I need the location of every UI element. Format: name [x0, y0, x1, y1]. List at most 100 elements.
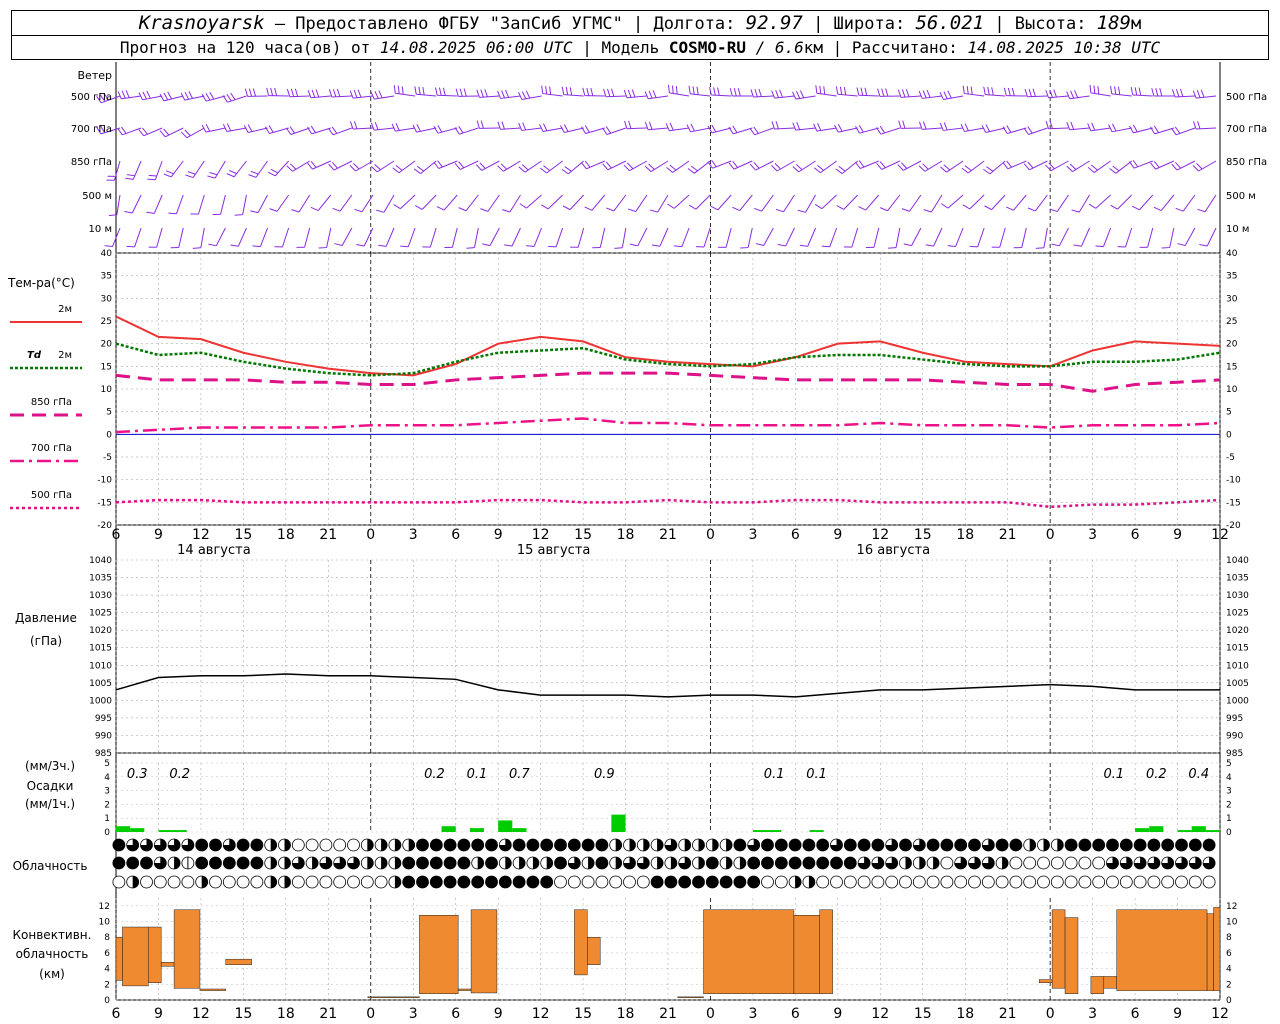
wind-barb-shaft [821, 194, 837, 210]
cloud-cover-circle [595, 856, 609, 870]
wind-barb-feather [732, 160, 739, 168]
wind-barb-shaft [591, 194, 606, 211]
x-label-conv: 9 [1173, 1006, 1182, 1022]
conv-tick-left: 8 [104, 933, 110, 943]
wind-barb-feather [247, 124, 253, 132]
precip-bar [767, 830, 782, 832]
cloud-cover-circle [291, 875, 305, 889]
wind-barb-feather [466, 247, 475, 249]
cloud-cover-circle [595, 838, 609, 852]
wind-barb-feather [374, 90, 379, 99]
wind-barb-feather [669, 164, 677, 171]
wind-barb-feather [1130, 87, 1134, 96]
wind-barb-feather [779, 89, 783, 98]
wind-barb-shaft [599, 227, 606, 248]
wind-barb-shaft [1184, 227, 1196, 246]
wind-barb-feather [947, 245, 956, 248]
cloud-cover-circle [236, 875, 250, 889]
x-label-temp: 12 [1211, 527, 1229, 543]
cloud-cover-circle [126, 856, 140, 870]
wind-barb-feather [651, 244, 660, 247]
cloud-cover-circle [567, 875, 581, 889]
cloud-cover-circle [416, 856, 429, 870]
conv-tick-left: 2 [104, 980, 110, 990]
wind-barb-shaft [509, 194, 521, 213]
wind-barb-feather [286, 165, 293, 172]
cloud-cover-circle [471, 875, 485, 889]
cloud-cover-circle [526, 838, 540, 852]
wind-barb-feather [1035, 247, 1044, 249]
cloud-half-fill [615, 857, 622, 869]
conv-tick-left: 6 [104, 949, 110, 959]
wind-barb-shaft [1058, 227, 1069, 247]
wind-barb-feather [901, 89, 906, 98]
wind-barb-shaft [977, 227, 985, 248]
wind-barb-feather [1114, 86, 1117, 95]
precip-tick-left: 3 [104, 787, 110, 797]
temp-tick-right: 20 [1226, 340, 1238, 350]
wind-barb-feather [1089, 84, 1092, 93]
wind-barb-feather [607, 88, 611, 97]
cloud-cover-circle [250, 875, 264, 889]
wind-barb-feather [925, 244, 934, 247]
pressure-tick-right: 1030 [1226, 591, 1249, 601]
wind-barb-shaft [964, 93, 985, 97]
x-label-conv: 12 [1211, 1006, 1229, 1022]
temp-tick-right: 0 [1226, 430, 1232, 440]
wind-barb-shaft [481, 160, 500, 171]
x-label-conv: 0 [366, 1006, 375, 1022]
wind-barb-feather [858, 160, 865, 168]
wind-barb-feather [349, 90, 354, 99]
wind-barb-shaft [178, 227, 184, 248]
wind-barb-feather [1070, 121, 1075, 130]
wind-barb-feather [479, 162, 486, 169]
wind-barb-shaft [547, 194, 563, 210]
wind-barb-feather [188, 91, 194, 99]
wind-barb-feather [353, 162, 360, 170]
wind-barb-feather [541, 204, 549, 210]
temp-tick-left: 35 [101, 272, 112, 282]
cloud-half-fill [684, 839, 691, 851]
wind-barb-feather [442, 87, 446, 96]
precip-tick-right: 2 [1226, 800, 1232, 810]
cloud-half-fill [270, 876, 277, 888]
wind-barb-feather [864, 87, 868, 96]
wind-barb-shaft [895, 227, 901, 248]
cloud-cover-circle [747, 856, 761, 870]
wind-barb-shaft [703, 227, 711, 248]
wind-barb-feather [1049, 208, 1058, 213]
wind-barb-shaft [331, 95, 352, 98]
wind-barb-feather [983, 86, 986, 95]
wind-barb-feather [1023, 127, 1029, 135]
temp-tick-right: -5 [1226, 453, 1235, 463]
cloud-cover-circle [954, 875, 968, 889]
x-label-temp: 15 [914, 527, 932, 543]
cloud-half-fill [270, 839, 277, 851]
wind-barb-shaft [352, 127, 373, 130]
wind-barb-feather [644, 91, 649, 99]
wind-barb-shaft [165, 127, 184, 138]
wind-barb-feather [1112, 165, 1120, 172]
cloud-cover-circle [1078, 875, 1092, 889]
wind-barb-feather [943, 164, 951, 171]
cloud-cover-circle [1202, 875, 1216, 889]
cloud-cover-circle [222, 875, 236, 889]
wind-barb-feather [922, 121, 927, 130]
wind-barb-shaft [361, 194, 374, 213]
wind-barb-shaft [1206, 227, 1217, 247]
wind-barb-shaft [465, 194, 479, 212]
cloud-cover-circle [457, 856, 471, 870]
wind-barb-shaft [711, 94, 732, 97]
wind-barb-feather [737, 88, 741, 97]
wind-barb-feather [1091, 164, 1098, 171]
conv-cloud-bar [1064, 917, 1079, 994]
conv-tick-right: 0 [1226, 996, 1232, 1006]
wind-barb-feather [267, 171, 276, 177]
wind-barb-feather [1006, 125, 1012, 133]
date-label: 15 августа [517, 543, 591, 558]
cloud-cover-circle [1092, 856, 1106, 870]
wind-barb-feather [753, 161, 760, 169]
wind-barb-feather [775, 121, 779, 129]
wind-barb-shaft [1147, 227, 1154, 248]
wind-barb-feather [307, 162, 313, 170]
